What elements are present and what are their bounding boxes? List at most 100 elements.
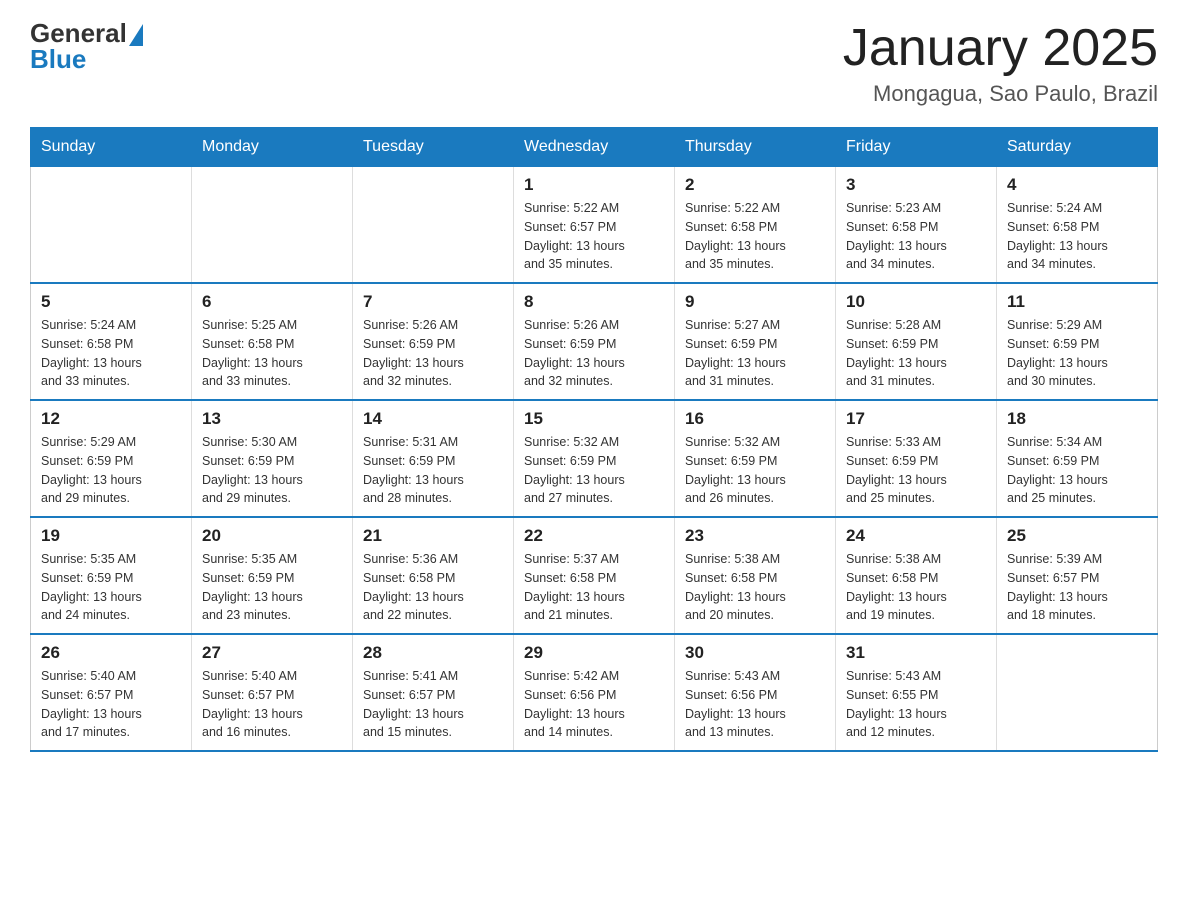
day-number: 21 <box>363 526 503 546</box>
calendar-header: SundayMondayTuesdayWednesdayThursdayFrid… <box>31 128 1158 167</box>
day-number: 31 <box>846 643 986 663</box>
day-number: 5 <box>41 292 181 312</box>
day-info: Sunrise: 5:39 AM Sunset: 6:57 PM Dayligh… <box>1007 550 1147 625</box>
calendar-cell <box>353 167 514 284</box>
day-number: 2 <box>685 175 825 195</box>
calendar-cell <box>192 167 353 284</box>
week-row-4: 19 Sunrise: 5:35 AM Sunset: 6:59 PM Dayli… <box>31 517 1158 634</box>
day-number: 22 <box>524 526 664 546</box>
day-number: 17 <box>846 409 986 429</box>
calendar-cell: 7 Sunrise: 5:26 AM Sunset: 6:59 PM Daylig… <box>353 283 514 400</box>
day-number: 24 <box>846 526 986 546</box>
day-info: Sunrise: 5:33 AM Sunset: 6:59 PM Dayligh… <box>846 433 986 508</box>
calendar-table: SundayMondayTuesdayWednesdayThursdayFrid… <box>30 127 1158 752</box>
calendar-cell: 1 Sunrise: 5:22 AM Sunset: 6:57 PM Daylig… <box>514 167 675 284</box>
calendar-cell: 5 Sunrise: 5:24 AM Sunset: 6:58 PM Daylig… <box>31 283 192 400</box>
calendar-cell: 31Sunrise: 5:43 AM Sunset: 6:55 PM Dayli… <box>836 634 997 751</box>
calendar-cell: 11 Sunrise: 5:29 AM Sunset: 6:59 PM Dayli… <box>997 283 1158 400</box>
day-info: Sunrise: 5:26 AM Sunset: 6:59 PM Dayligh… <box>524 316 664 391</box>
day-number: 18 <box>1007 409 1147 429</box>
day-header-wednesday: Wednesday <box>514 128 675 167</box>
day-number: 28 <box>363 643 503 663</box>
logo: General Blue <box>30 20 143 72</box>
day-number: 8 <box>524 292 664 312</box>
week-row-3: 12 Sunrise: 5:29 AM Sunset: 6:59 PM Dayli… <box>31 400 1158 517</box>
day-number: 9 <box>685 292 825 312</box>
day-info: Sunrise: 5:24 AM Sunset: 6:58 PM Dayligh… <box>41 316 181 391</box>
day-info: Sunrise: 5:38 AM Sunset: 6:58 PM Dayligh… <box>685 550 825 625</box>
day-info: Sunrise: 5:37 AM Sunset: 6:58 PM Dayligh… <box>524 550 664 625</box>
logo-blue-text: Blue <box>30 46 143 72</box>
day-header-saturday: Saturday <box>997 128 1158 167</box>
day-number: 23 <box>685 526 825 546</box>
calendar-cell: 4 Sunrise: 5:24 AM Sunset: 6:58 PM Daylig… <box>997 167 1158 284</box>
calendar-cell: 6 Sunrise: 5:25 AM Sunset: 6:58 PM Daylig… <box>192 283 353 400</box>
day-number: 6 <box>202 292 342 312</box>
calendar-body: 1 Sunrise: 5:22 AM Sunset: 6:57 PM Daylig… <box>31 167 1158 752</box>
week-row-1: 1 Sunrise: 5:22 AM Sunset: 6:57 PM Daylig… <box>31 167 1158 284</box>
calendar-cell: 17 Sunrise: 5:33 AM Sunset: 6:59 PM Dayli… <box>836 400 997 517</box>
day-number: 4 <box>1007 175 1147 195</box>
logo-general-text: General <box>30 20 127 46</box>
calendar-cell: 8 Sunrise: 5:26 AM Sunset: 6:59 PM Daylig… <box>514 283 675 400</box>
calendar-cell: 28 Sunrise: 5:41 AM Sunset: 6:57 PM Dayli… <box>353 634 514 751</box>
day-info: Sunrise: 5:34 AM Sunset: 6:59 PM Dayligh… <box>1007 433 1147 508</box>
day-number: 11 <box>1007 292 1147 312</box>
calendar-cell: 18 Sunrise: 5:34 AM Sunset: 6:59 PM Dayli… <box>997 400 1158 517</box>
day-header-thursday: Thursday <box>675 128 836 167</box>
day-info: Sunrise: 5:29 AM Sunset: 6:59 PM Dayligh… <box>1007 316 1147 391</box>
calendar-title-section: January 2025 Mongagua, Sao Paulo, Brazil <box>843 20 1158 107</box>
day-number: 25 <box>1007 526 1147 546</box>
calendar-location: Mongagua, Sao Paulo, Brazil <box>843 81 1158 107</box>
calendar-cell: 24 Sunrise: 5:38 AM Sunset: 6:58 PM Dayli… <box>836 517 997 634</box>
day-info: Sunrise: 5:27 AM Sunset: 6:59 PM Dayligh… <box>685 316 825 391</box>
day-header-sunday: Sunday <box>31 128 192 167</box>
calendar-month-year: January 2025 <box>843 20 1158 77</box>
day-number: 19 <box>41 526 181 546</box>
day-info: Sunrise: 5:25 AM Sunset: 6:58 PM Dayligh… <box>202 316 342 391</box>
day-number: 12 <box>41 409 181 429</box>
days-of-week-row: SundayMondayTuesdayWednesdayThursdayFrid… <box>31 128 1158 167</box>
day-info: Sunrise: 5:23 AM Sunset: 6:58 PM Dayligh… <box>846 199 986 274</box>
day-info: Sunrise: 5:35 AM Sunset: 6:59 PM Dayligh… <box>202 550 342 625</box>
calendar-cell: 3Sunrise: 5:23 AM Sunset: 6:58 PM Daylig… <box>836 167 997 284</box>
day-info: Sunrise: 5:43 AM Sunset: 6:56 PM Dayligh… <box>685 667 825 742</box>
day-number: 14 <box>363 409 503 429</box>
calendar-cell: 13Sunrise: 5:30 AM Sunset: 6:59 PM Dayli… <box>192 400 353 517</box>
calendar-cell: 20 Sunrise: 5:35 AM Sunset: 6:59 PM Dayli… <box>192 517 353 634</box>
calendar-cell: 27 Sunrise: 5:40 AM Sunset: 6:57 PM Dayli… <box>192 634 353 751</box>
calendar-cell: 10Sunrise: 5:28 AM Sunset: 6:59 PM Dayli… <box>836 283 997 400</box>
day-header-monday: Monday <box>192 128 353 167</box>
day-number: 13 <box>202 409 342 429</box>
calendar-cell: 29 Sunrise: 5:42 AM Sunset: 6:56 PM Dayli… <box>514 634 675 751</box>
day-info: Sunrise: 5:38 AM Sunset: 6:58 PM Dayligh… <box>846 550 986 625</box>
day-info: Sunrise: 5:24 AM Sunset: 6:58 PM Dayligh… <box>1007 199 1147 274</box>
day-info: Sunrise: 5:32 AM Sunset: 6:59 PM Dayligh… <box>685 433 825 508</box>
calendar-cell: 14Sunrise: 5:31 AM Sunset: 6:59 PM Dayli… <box>353 400 514 517</box>
day-info: Sunrise: 5:29 AM Sunset: 6:59 PM Dayligh… <box>41 433 181 508</box>
day-info: Sunrise: 5:41 AM Sunset: 6:57 PM Dayligh… <box>363 667 503 742</box>
day-info: Sunrise: 5:32 AM Sunset: 6:59 PM Dayligh… <box>524 433 664 508</box>
day-header-friday: Friday <box>836 128 997 167</box>
day-info: Sunrise: 5:22 AM Sunset: 6:58 PM Dayligh… <box>685 199 825 274</box>
day-info: Sunrise: 5:42 AM Sunset: 6:56 PM Dayligh… <box>524 667 664 742</box>
day-number: 20 <box>202 526 342 546</box>
day-info: Sunrise: 5:40 AM Sunset: 6:57 PM Dayligh… <box>202 667 342 742</box>
day-number: 27 <box>202 643 342 663</box>
calendar-cell <box>997 634 1158 751</box>
calendar-cell: 25 Sunrise: 5:39 AM Sunset: 6:57 PM Dayli… <box>997 517 1158 634</box>
week-row-5: 26Sunrise: 5:40 AM Sunset: 6:57 PM Dayli… <box>31 634 1158 751</box>
day-info: Sunrise: 5:22 AM Sunset: 6:57 PM Dayligh… <box>524 199 664 274</box>
day-info: Sunrise: 5:35 AM Sunset: 6:59 PM Dayligh… <box>41 550 181 625</box>
calendar-cell: 22 Sunrise: 5:37 AM Sunset: 6:58 PM Dayli… <box>514 517 675 634</box>
day-number: 7 <box>363 292 503 312</box>
day-number: 1 <box>524 175 664 195</box>
calendar-cell: 21Sunrise: 5:36 AM Sunset: 6:58 PM Dayli… <box>353 517 514 634</box>
calendar-cell <box>31 167 192 284</box>
calendar-cell: 26Sunrise: 5:40 AM Sunset: 6:57 PM Dayli… <box>31 634 192 751</box>
day-number: 29 <box>524 643 664 663</box>
calendar-cell: 15Sunrise: 5:32 AM Sunset: 6:59 PM Dayli… <box>514 400 675 517</box>
calendar-cell: 2 Sunrise: 5:22 AM Sunset: 6:58 PM Daylig… <box>675 167 836 284</box>
logo-triangle-icon <box>129 24 143 46</box>
day-info: Sunrise: 5:26 AM Sunset: 6:59 PM Dayligh… <box>363 316 503 391</box>
